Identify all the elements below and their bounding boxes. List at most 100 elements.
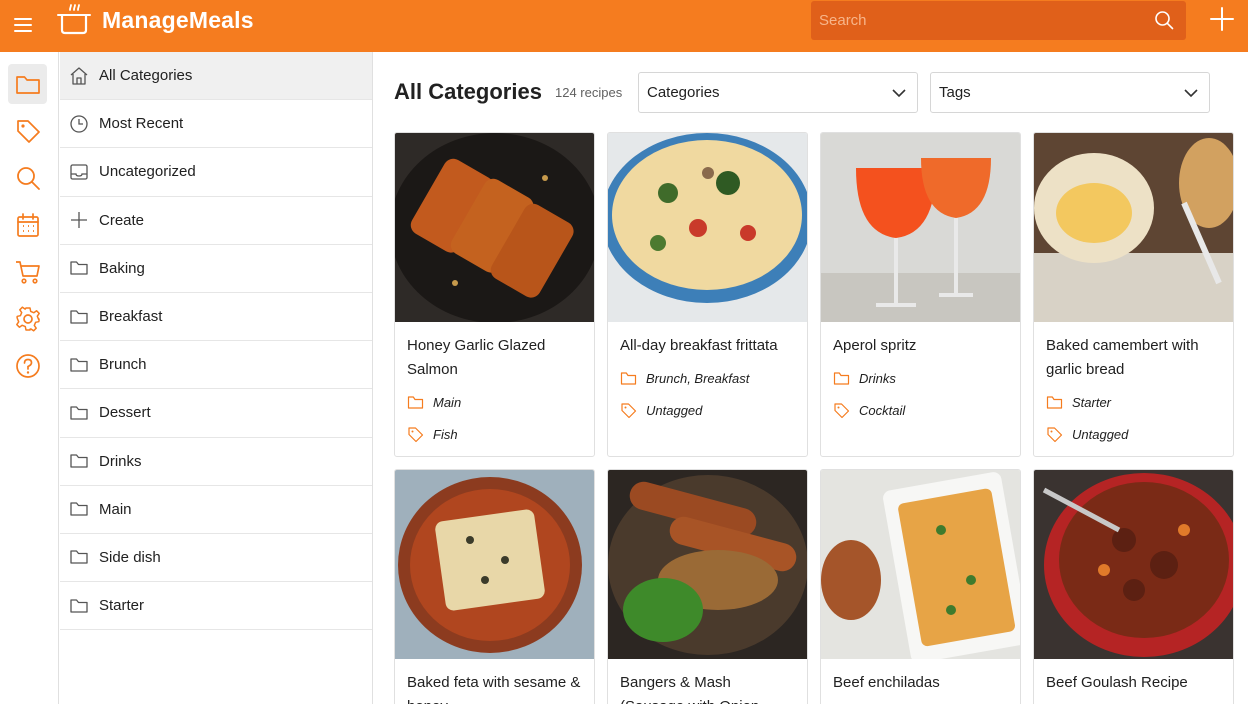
folder-icon <box>833 371 850 385</box>
recipe-category-value: Starter <box>1072 394 1112 410</box>
folder-icon <box>70 261 88 275</box>
icon-rail <box>0 52 59 704</box>
chevron-down-icon <box>1184 89 1198 98</box>
recipe-card[interactable]: Honey Garlic Glazed Salmon Main Fish <box>394 132 595 457</box>
recipe-tags: Fish <box>407 422 582 446</box>
recipe-photo-camembert <box>1034 133 1233 322</box>
recipe-title: Beef Goulash Recipe <box>1046 674 1188 691</box>
category-label: Dessert <box>99 404 151 422</box>
recipe-title: Baked feta with sesame & honey <box>407 674 581 704</box>
category-item-baking[interactable]: Baking <box>60 245 372 293</box>
hamburger-menu-button[interactable] <box>14 14 34 36</box>
recipe-title: All-day breakfast frittata <box>620 337 778 354</box>
rail-settings-button[interactable] <box>8 299 47 339</box>
category-item-dessert[interactable]: Dessert <box>60 389 372 438</box>
search-icon[interactable] <box>1154 10 1174 30</box>
card-body: Baked feta with sesame & honey <box>395 659 594 704</box>
category-item-uncategorized[interactable]: Uncategorized <box>60 148 372 197</box>
category-item-starter[interactable]: Starter <box>60 582 372 631</box>
card-body: Baked camembert with garlic bread Starte… <box>1034 322 1233 456</box>
recipe-category: Drinks <box>833 366 1008 390</box>
recipe-card[interactable]: Aperol spritz Drinks Cocktail <box>820 132 1021 457</box>
recipe-tags-value: Untagged <box>1072 426 1129 442</box>
rail-tags-button[interactable] <box>8 111 47 151</box>
search-box[interactable] <box>811 1 1186 40</box>
recipe-category: Starter <box>1046 390 1221 414</box>
category-item-all-categories[interactable]: All Categories <box>60 52 372 101</box>
category-item-most-recent[interactable]: Most Recent <box>60 100 372 149</box>
category-item-create[interactable]: Create <box>60 197 372 245</box>
categories-dropdown-value: Categories <box>647 84 720 101</box>
recipe-title: Baked camembert with garlic bread <box>1046 337 1199 378</box>
category-label: Most Recent <box>99 115 184 133</box>
category-label: All Categories <box>99 67 193 85</box>
search-icon <box>16 167 40 190</box>
app-title: ManageMeals <box>102 7 254 33</box>
category-label: Starter <box>99 597 145 615</box>
categories-dropdown[interactable]: Categories <box>638 72 918 113</box>
pot-logo-icon <box>57 4 91 35</box>
tag-icon <box>621 402 637 418</box>
recipe-category: Main <box>407 390 582 414</box>
recipe-card[interactable]: Beef enchiladas <box>820 469 1021 704</box>
category-label: Brunch <box>99 356 147 374</box>
card-body: Honey Garlic Glazed Salmon Main Fish <box>395 322 594 456</box>
home-icon <box>70 66 88 85</box>
folder-icon <box>70 406 88 420</box>
rail-shopping-cart-button[interactable] <box>8 252 47 292</box>
category-item-brunch[interactable]: Brunch <box>60 341 372 390</box>
recipe-category-value: Main <box>433 394 462 410</box>
clock-icon <box>70 115 88 133</box>
recipe-title: Bangers & Mash (Sausage with Onion <box>620 674 759 704</box>
category-label: Main <box>99 500 132 518</box>
page-title: All Categories <box>394 79 542 104</box>
category-item-side-dish[interactable]: Side dish <box>60 534 372 583</box>
card-body: Bangers & Mash (Sausage with Onion <box>608 659 807 704</box>
category-list: All Categories Most Recent Uncategorized… <box>60 52 373 704</box>
tags-dropdown[interactable]: Tags <box>930 72 1210 113</box>
recipe-card[interactable]: Beef Goulash Recipe <box>1033 469 1234 704</box>
category-label: Side dish <box>99 548 161 566</box>
recipe-category-value: Brunch, Breakfast <box>646 370 750 386</box>
category-item-main[interactable]: Main <box>60 486 372 534</box>
recipe-card[interactable]: Baked feta with sesame & honey <box>394 469 595 704</box>
chevron-down-icon <box>892 89 906 98</box>
add-recipe-button[interactable] <box>1208 5 1236 33</box>
recipe-photo-frittata <box>608 133 807 322</box>
category-item-breakfast[interactable]: Breakfast <box>60 293 372 342</box>
cart-icon <box>15 261 40 284</box>
calendar-icon <box>16 213 39 237</box>
help-icon <box>15 354 40 378</box>
card-body: All-day breakfast frittata Brunch, Break… <box>608 322 807 432</box>
recipe-card[interactable]: All-day breakfast frittata Brunch, Break… <box>607 132 808 457</box>
tag-icon <box>1047 426 1063 442</box>
card-body: Beef Goulash Recipe <box>1034 659 1233 704</box>
recipe-photo-bangers-mash <box>608 470 807 659</box>
recipe-count: 124 recipes <box>555 85 623 100</box>
search-input[interactable] <box>811 1 1186 40</box>
plus-icon <box>71 212 87 229</box>
recipe-card[interactable]: Baked camembert with garlic bread Starte… <box>1033 132 1234 457</box>
recipe-photo-aperol-spritz <box>821 133 1020 322</box>
recipe-title: Honey Garlic Glazed Salmon <box>407 337 546 378</box>
rail-categories-button[interactable] <box>8 64 47 104</box>
recipe-tags: Untagged <box>620 398 795 422</box>
category-label: Uncategorized <box>99 163 196 181</box>
recipe-card[interactable]: Bangers & Mash (Sausage with Onion <box>607 469 808 704</box>
category-item-drinks[interactable]: Drinks <box>60 438 372 486</box>
rail-search-button[interactable] <box>8 158 47 198</box>
inbox-icon <box>70 164 88 180</box>
recipe-title: Aperol spritz <box>833 337 917 354</box>
recipe-category: Brunch, Breakfast <box>620 366 795 390</box>
folder-icon <box>15 76 40 94</box>
recipe-photo-beef-goulash <box>1034 470 1233 659</box>
menu-bar-line <box>14 24 32 26</box>
rail-calendar-button[interactable] <box>8 205 47 245</box>
recipe-tags-value: Fish <box>433 426 458 442</box>
rail-help-button[interactable] <box>8 346 47 386</box>
card-body: Aperol spritz Drinks Cocktail <box>821 322 1020 432</box>
menu-bar-line <box>14 30 32 32</box>
recipe-photo-beef-enchiladas <box>821 470 1020 659</box>
recipe-tags: Untagged <box>1046 422 1221 446</box>
main-content: All Categories 124 recipes Categories Ta… <box>374 52 1248 704</box>
